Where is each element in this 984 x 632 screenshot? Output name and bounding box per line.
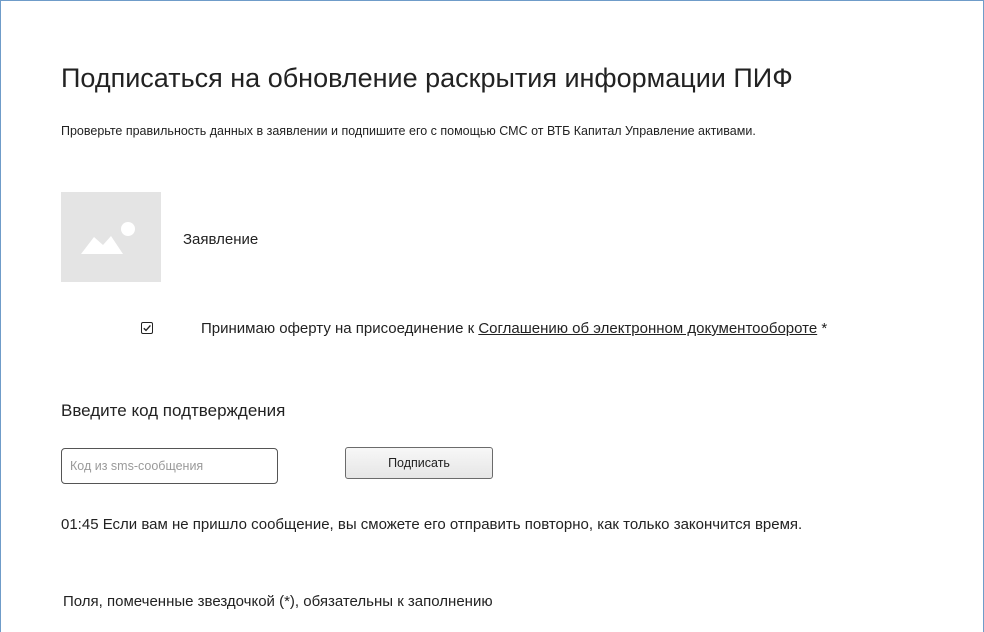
code-heading: Введите код подтверждения: [61, 401, 286, 420]
required-asterisk: *: [817, 320, 828, 337]
image-placeholder-icon: [81, 222, 135, 254]
required-fields-note: Поля, помеченные звездочкой (*), обязате…: [63, 593, 493, 610]
document-label[interactable]: Заявление: [183, 231, 258, 248]
sms-code-input[interactable]: [61, 448, 278, 484]
page-subtitle: Проверьте правильность данных в заявлени…: [61, 124, 756, 138]
agreement-text: Принимаю оферту на присоединение к Согла…: [201, 319, 881, 339]
timer-message: Если вам не пришло сообщение, вы сможете…: [98, 516, 803, 533]
page-title: Подписаться на обновление раскрытия инфо…: [61, 63, 793, 93]
countdown-timer: 01:45: [61, 516, 99, 533]
agreement-text-before: Принимаю оферту на присоединение к: [201, 320, 479, 337]
timer-note: 01:45 Если вам не пришло сообщение, вы с…: [61, 515, 881, 535]
sign-button[interactable]: Подписать: [345, 447, 493, 479]
window-frame: Подписаться на обновление раскрытия инфо…: [0, 0, 984, 632]
agreement-link[interactable]: Соглашению об электронном документооборо…: [478, 320, 817, 337]
document-thumbnail[interactable]: [61, 192, 161, 282]
checkmark-icon: [143, 324, 151, 332]
agreement-checkbox[interactable]: [141, 322, 153, 334]
